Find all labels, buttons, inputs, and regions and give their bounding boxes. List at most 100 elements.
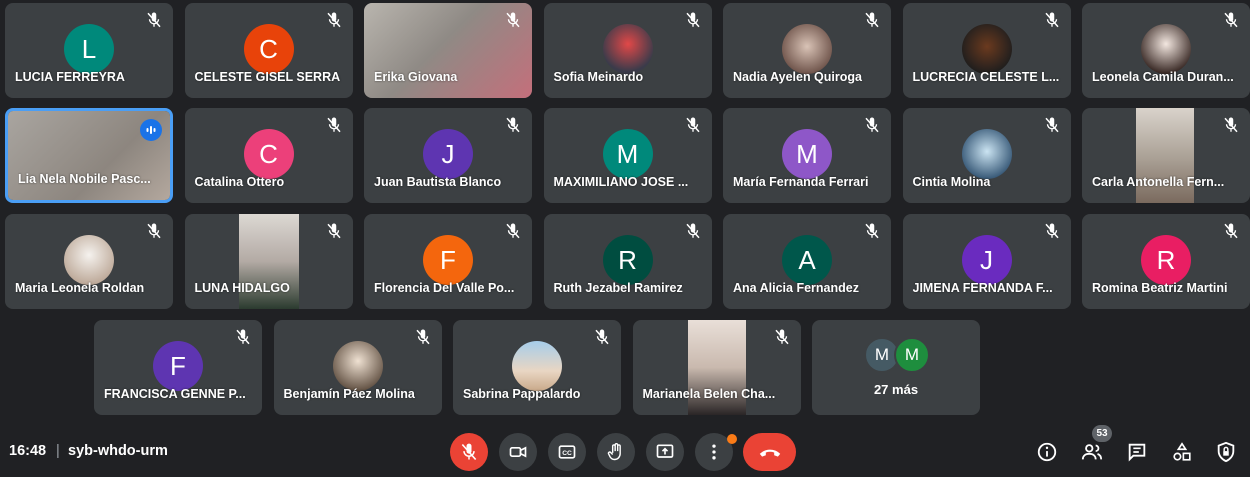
participant-tile[interactable]: J JIMENA FERNANDA F... [902,214,1071,309]
participant-name: FRANCISCA GENNE P... [104,387,246,401]
end-call-button[interactable] [743,433,796,471]
participant-avatar: J [961,235,1012,285]
mic-off-icon [461,443,477,461]
captions-button[interactable]: CC [548,433,586,471]
participant-tile[interactable]: Sofia Meinardo [543,3,712,98]
participant-tile[interactable]: R Romina Beatriz Martini [1082,214,1250,309]
mic-off-icon [145,222,163,240]
participant-tile[interactable]: LUCRECIA CELESTE L... [902,3,1071,98]
participant-tile[interactable]: L LUCIA FERREYRA [5,3,173,98]
participant-tile[interactable]: Marianela Belen Cha... [632,320,801,415]
participant-name: Lia Nela Nobile Pasc... [18,172,151,186]
host-controls-button[interactable] [1214,440,1238,464]
more-participants-tile[interactable]: M M 27 más [812,320,980,415]
participant-count-badge: 53 [1092,425,1112,442]
participant-tile[interactable]: F Florencia Del Valle Po... [364,214,532,309]
participant-name: María Fernanda Ferrari [733,175,869,189]
participant-photo [512,341,562,391]
participant-tile[interactable]: F FRANCISCA GENNE P... [94,320,262,415]
participant-name: LUCIA FERREYRA [15,70,125,84]
speaking-indicator-icon [140,119,162,141]
mic-button[interactable] [450,433,488,471]
participant-name: Ana Alicia Fernandez [733,281,859,295]
camera-button[interactable] [499,433,537,471]
participant-photo [961,129,1012,179]
participant-tile[interactable]: LUNA HIDALGO [184,214,353,309]
participant-name: Romina Beatriz Martini [1092,281,1228,295]
participant-tile[interactable]: C Catalina Ottero [184,108,353,203]
participant-grid: L LUCIA FERREYRA C CELESTE GISEL SERRA Erika… [0,0,1250,425]
participant-avatar: C [243,129,294,179]
people-button[interactable] [1080,440,1104,464]
participant-tile[interactable]: J Juan Bautista Blanco [364,108,532,203]
more-options-icon [712,444,716,460]
participant-name: Benjamín Páez Molina [283,387,415,401]
participant-tile[interactable]: Nadia Ayelen Quiroga [723,3,891,98]
participant-tile[interactable]: Leonela Camila Duran... [1082,3,1250,98]
participant-name: Maria Leonela Roldan [15,281,145,295]
end-call-icon [759,449,780,457]
meeting-time: 16:48 [9,443,47,459]
participant-tile[interactable]: C CELESTE GISEL SERRA [184,3,353,98]
raise-hand-icon [607,443,621,461]
participant-tile[interactable]: Maria Leonela Roldan [5,214,173,309]
participant-photo [602,24,653,74]
participant-photo [332,341,383,391]
camera-icon [509,446,527,458]
participant-name: Erika Giovana [374,70,458,84]
mic-off-icon [1222,222,1240,240]
participant-tile[interactable]: M María Fernanda Ferrari [723,108,891,203]
separator: | [56,443,60,459]
svg-text:CC: CC [562,450,572,457]
mic-off-icon [1222,116,1240,134]
participant-tile[interactable]: A Ana Alicia Fernandez [723,214,891,309]
participant-photo [961,24,1012,74]
participant-avatar: F [423,235,473,285]
mic-off-icon [325,11,343,29]
mic-off-icon [145,11,163,29]
mic-off-icon [684,11,702,29]
chat-button[interactable] [1125,440,1149,464]
mic-off-icon [504,222,522,240]
mic-off-icon [684,116,702,134]
participant-photo [64,235,114,285]
activities-button[interactable] [1170,440,1194,464]
mic-off-icon [1043,11,1061,29]
participant-tile[interactable]: Sabrina Pappalardo [453,320,621,415]
participant-photo [1141,24,1191,74]
participant-avatar: L [64,24,114,74]
activities-icon [1173,442,1191,461]
mic-off-icon [684,222,702,240]
mic-off-icon [504,11,522,29]
participant-photo [782,24,832,74]
participant-name: LUNA HIDALGO [194,281,290,295]
meeting-info-button[interactable] [1035,440,1059,464]
participant-tile[interactable]: Benjamín Páez Molina [273,320,442,415]
mic-off-icon [234,328,252,346]
chat-icon [1128,443,1146,462]
mic-off-icon [414,328,432,346]
mic-off-icon [504,116,522,134]
mic-off-icon [863,222,881,240]
participant-name: Sabrina Pappalardo [463,387,581,401]
participant-name: Florencia Del Valle Po... [374,281,515,295]
mic-off-icon [1043,116,1061,134]
present-icon [656,444,674,458]
participant-tile[interactable]: Erika Giovana [364,3,532,98]
participant-name: JIMENA FERNANDA F... [912,281,1053,295]
mic-off-icon [593,328,611,346]
participant-tile[interactable]: Carla Antonella Fern... [1082,108,1250,203]
participant-tile[interactable]: M MAXIMILIANO JOSE ... [543,108,712,203]
raise-hand-button[interactable] [597,433,635,471]
present-button[interactable] [646,433,684,471]
participant-name: Ruth Jezabel Ramirez [553,281,683,295]
mic-off-icon [1222,11,1240,29]
participant-avatar: C [243,24,294,74]
info-icon [1037,442,1057,462]
participant-tile[interactable]: Lia Nela Nobile Pasc... [5,108,173,203]
mic-off-icon [863,11,881,29]
mic-off-icon [325,116,343,134]
participant-tile[interactable]: R Ruth Jezabel Ramirez [543,214,712,309]
participant-name: Marianela Belen Cha... [642,387,776,401]
participant-tile[interactable]: Cintia Molina [902,108,1071,203]
